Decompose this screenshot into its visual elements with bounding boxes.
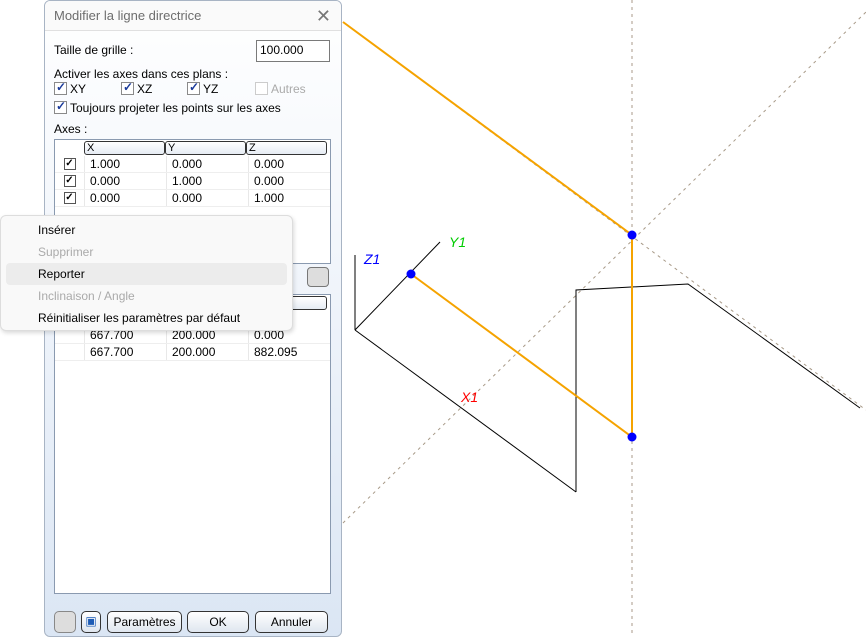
table-row[interactable]: ✓ 0.000 1.000 0.000 [55, 173, 330, 190]
menu-item-inclination[interactable]: Inclinaison / Angle [6, 285, 287, 307]
parameters-button[interactable]: Paramètres [107, 611, 182, 633]
menu-item-delete[interactable]: Supprimer [6, 241, 287, 263]
y-axis-label: Y1 [449, 234, 466, 250]
disabled-tool-icon[interactable] [54, 611, 76, 633]
table-row[interactable]: 667.700 200.000 882.095 [55, 344, 330, 361]
menu-item-insert[interactable]: Insérer [6, 219, 287, 241]
table-row[interactable]: ✓ 0.000 0.000 1.000 [55, 190, 330, 207]
points-table: 667.700 200.000 0.000 667.700 200.000 882.09… [54, 294, 331, 594]
plane-xz-checkbox[interactable]: XZ [121, 80, 152, 96]
guide-path [342, 21, 633, 439]
plane-xy-checkbox[interactable]: XY [54, 80, 86, 96]
close-icon[interactable]: ✕ [316, 6, 331, 27]
profile-line [575, 283, 861, 492]
z-axis-label: Z1 [363, 251, 380, 267]
row-checkbox[interactable]: ✓ [63, 158, 76, 170]
grid-size-label: Taille de grille : [54, 43, 134, 57]
save-icon[interactable]: ▣ [81, 611, 101, 633]
menu-item-report[interactable]: Reporter [6, 263, 287, 285]
path-point[interactable] [406, 269, 416, 279]
grid-size-input[interactable]: 100.000 [256, 40, 330, 62]
path-point[interactable] [627, 230, 637, 240]
planes-label: Activer les axes dans ces plans : [54, 67, 229, 81]
context-menu: Insérer Supprimer Reporter Inclinaison /… [0, 215, 293, 331]
x-axis [354, 329, 577, 493]
guide-diagonal [342, 11, 866, 524]
table-row[interactable]: ✓ 1.000 0.000 0.000 [55, 156, 330, 173]
axes-label: Axes : [54, 122, 88, 136]
menu-item-reset-defaults[interactable]: Réinitialiser les paramètres par défaut [6, 307, 287, 329]
plane-yz-checkbox[interactable]: YZ [187, 80, 218, 96]
cancel-button[interactable]: Annuler [255, 611, 328, 633]
undo-icon[interactable] [307, 267, 329, 287]
project-points-checkbox[interactable]: Toujours projeter les points sur les axe… [54, 99, 281, 115]
path-point[interactable] [627, 432, 637, 442]
ok-button[interactable]: OK [187, 611, 249, 633]
row-checkbox[interactable]: ✓ [63, 192, 76, 204]
col-header-y[interactable]: Y [165, 141, 246, 155]
row-checkbox[interactable]: ✓ [63, 175, 76, 187]
plane-other-checkbox[interactable]: Autres [255, 81, 306, 96]
col-header-z[interactable]: Z [246, 141, 327, 155]
col-header-x[interactable]: X [84, 141, 165, 155]
x-axis-label: X1 [460, 389, 478, 405]
dialog-title: Modifier la ligne directrice [45, 1, 341, 31]
